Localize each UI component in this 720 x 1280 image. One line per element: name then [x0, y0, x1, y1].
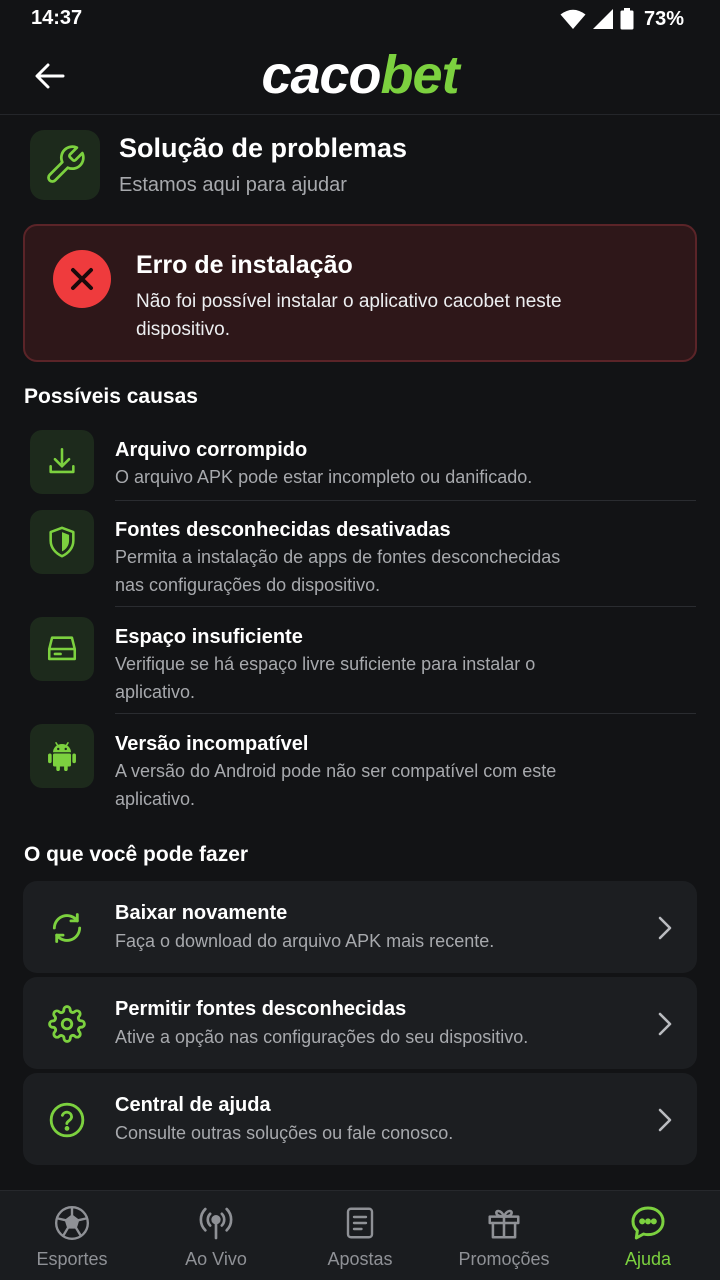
live-broadcast-icon — [196, 1203, 236, 1243]
status-icons: 73% — [560, 6, 684, 32]
chevron-right-icon — [658, 1012, 672, 1036]
action-help-center[interactable]: Central de ajuda Consulte outras soluçõe… — [23, 1073, 697, 1165]
download-icon — [30, 430, 94, 494]
soccer-ball-icon — [52, 1203, 92, 1243]
nav-label: Ao Vivo — [185, 1249, 247, 1269]
nav-label: Ajuda — [624, 1249, 672, 1269]
cause-desc: A versão do Android pode não ser compatí… — [115, 761, 557, 809]
nav-item-ao-vivo[interactable]: Ao Vivo — [144, 1191, 288, 1280]
action-title: Baixar novamente — [115, 902, 288, 924]
error-title: Erro de instalação — [136, 251, 353, 279]
action-title: Central de ajuda — [115, 1094, 271, 1116]
wrench-icon — [30, 130, 100, 200]
actions-section-title: O que você pode fazer — [24, 843, 249, 866]
nav-item-promocoes[interactable]: Promoções — [432, 1191, 576, 1280]
causes-section-title: Possíveis causas — [24, 385, 198, 408]
divider — [115, 713, 696, 714]
nav-item-esportes[interactable]: Esportes — [0, 1191, 144, 1280]
battery-icon — [620, 8, 634, 30]
divider — [115, 500, 696, 501]
action-desc: Ative a opção nas configurações do seu d… — [115, 1027, 529, 1047]
chevron-right-icon — [658, 916, 672, 940]
page-subtitle: Estamos aqui para ajudar — [119, 174, 347, 196]
help-icon — [47, 1100, 87, 1140]
screen: 14:37 73% cacobet Solução de problemas E… — [0, 0, 720, 1280]
cause-title: Fontes desconhecidas desativadas — [115, 519, 451, 541]
cause-desc: Permita a instalação de apps de fontes d… — [115, 547, 561, 595]
action-desc: Faça o download do arquivo APK mais rece… — [115, 931, 495, 951]
action-title: Permitir fontes desconhecidas — [115, 998, 407, 1020]
logo-text-bet: bet — [380, 45, 460, 105]
cause-desc: O arquivo APK pode estar incompleto ou d… — [115, 467, 533, 487]
nav-label: Esportes — [36, 1249, 108, 1269]
cause-item-incompatible-version: Versão incompatível A versão do Android … — [30, 724, 696, 820]
app-header: cacobet — [0, 38, 720, 115]
chat-icon — [628, 1203, 668, 1243]
android-icon — [30, 724, 94, 788]
chevron-right-icon — [658, 1108, 672, 1132]
refresh-icon — [47, 908, 87, 948]
storage-icon — [30, 617, 94, 681]
nav-item-apostas[interactable]: Apostas — [288, 1191, 432, 1280]
logo-text-caco: caco — [261, 45, 381, 105]
wifi-icon — [560, 8, 586, 30]
cause-item-insufficient-space: Espaço insuficiente Verifique se há espa… — [30, 617, 696, 713]
cause-title: Arquivo corrompido — [115, 439, 308, 461]
status-time: 14:37 — [31, 7, 83, 29]
nav-item-ajuda[interactable]: Ajuda — [576, 1191, 720, 1280]
gift-icon — [484, 1203, 524, 1243]
action-desc: Consulte outras soluções ou fale conosco… — [115, 1123, 454, 1143]
cause-item-unknown-sources: Fontes desconhecidas desativadas Permita… — [30, 510, 696, 606]
error-card: Erro de instalação Não foi possível inst… — [23, 224, 697, 362]
cause-desc: Verifique se há espaço livre suficiente … — [115, 654, 536, 702]
action-download-again[interactable]: Baixar novamente Faça o download do arqu… — [23, 881, 697, 973]
nav-label: Apostas — [327, 1249, 393, 1269]
cause-title: Versão incompatível — [115, 733, 309, 755]
cause-title: Espaço insuficiente — [115, 626, 303, 648]
battery-percent: 73% — [643, 7, 684, 30]
page-heading: Solução de problemas Estamos aqui para a… — [30, 130, 690, 202]
cell-signal-icon — [592, 8, 614, 30]
bet-slip-icon — [340, 1203, 380, 1243]
page-title: Solução de problemas — [119, 133, 408, 163]
nav-label: Promoções — [458, 1249, 550, 1269]
shield-icon — [30, 510, 94, 574]
cacobet-logo: cacobet — [0, 43, 720, 107]
error-message: Não foi possível instalar o aplicativo c… — [136, 291, 562, 340]
status-bar: 14:37 73% — [0, 0, 720, 38]
gear-icon — [47, 1004, 87, 1044]
bottom-nav: Esportes Ao Vivo Apostas Promoções Ajuda — [0, 1190, 720, 1280]
action-allow-unknown-sources[interactable]: Permitir fontes desconhecidas Ative a op… — [23, 977, 697, 1069]
error-x-icon — [53, 250, 111, 308]
divider — [115, 606, 696, 607]
cause-item-corrupted-file: Arquivo corrompido O arquivo APK pode es… — [30, 430, 696, 500]
